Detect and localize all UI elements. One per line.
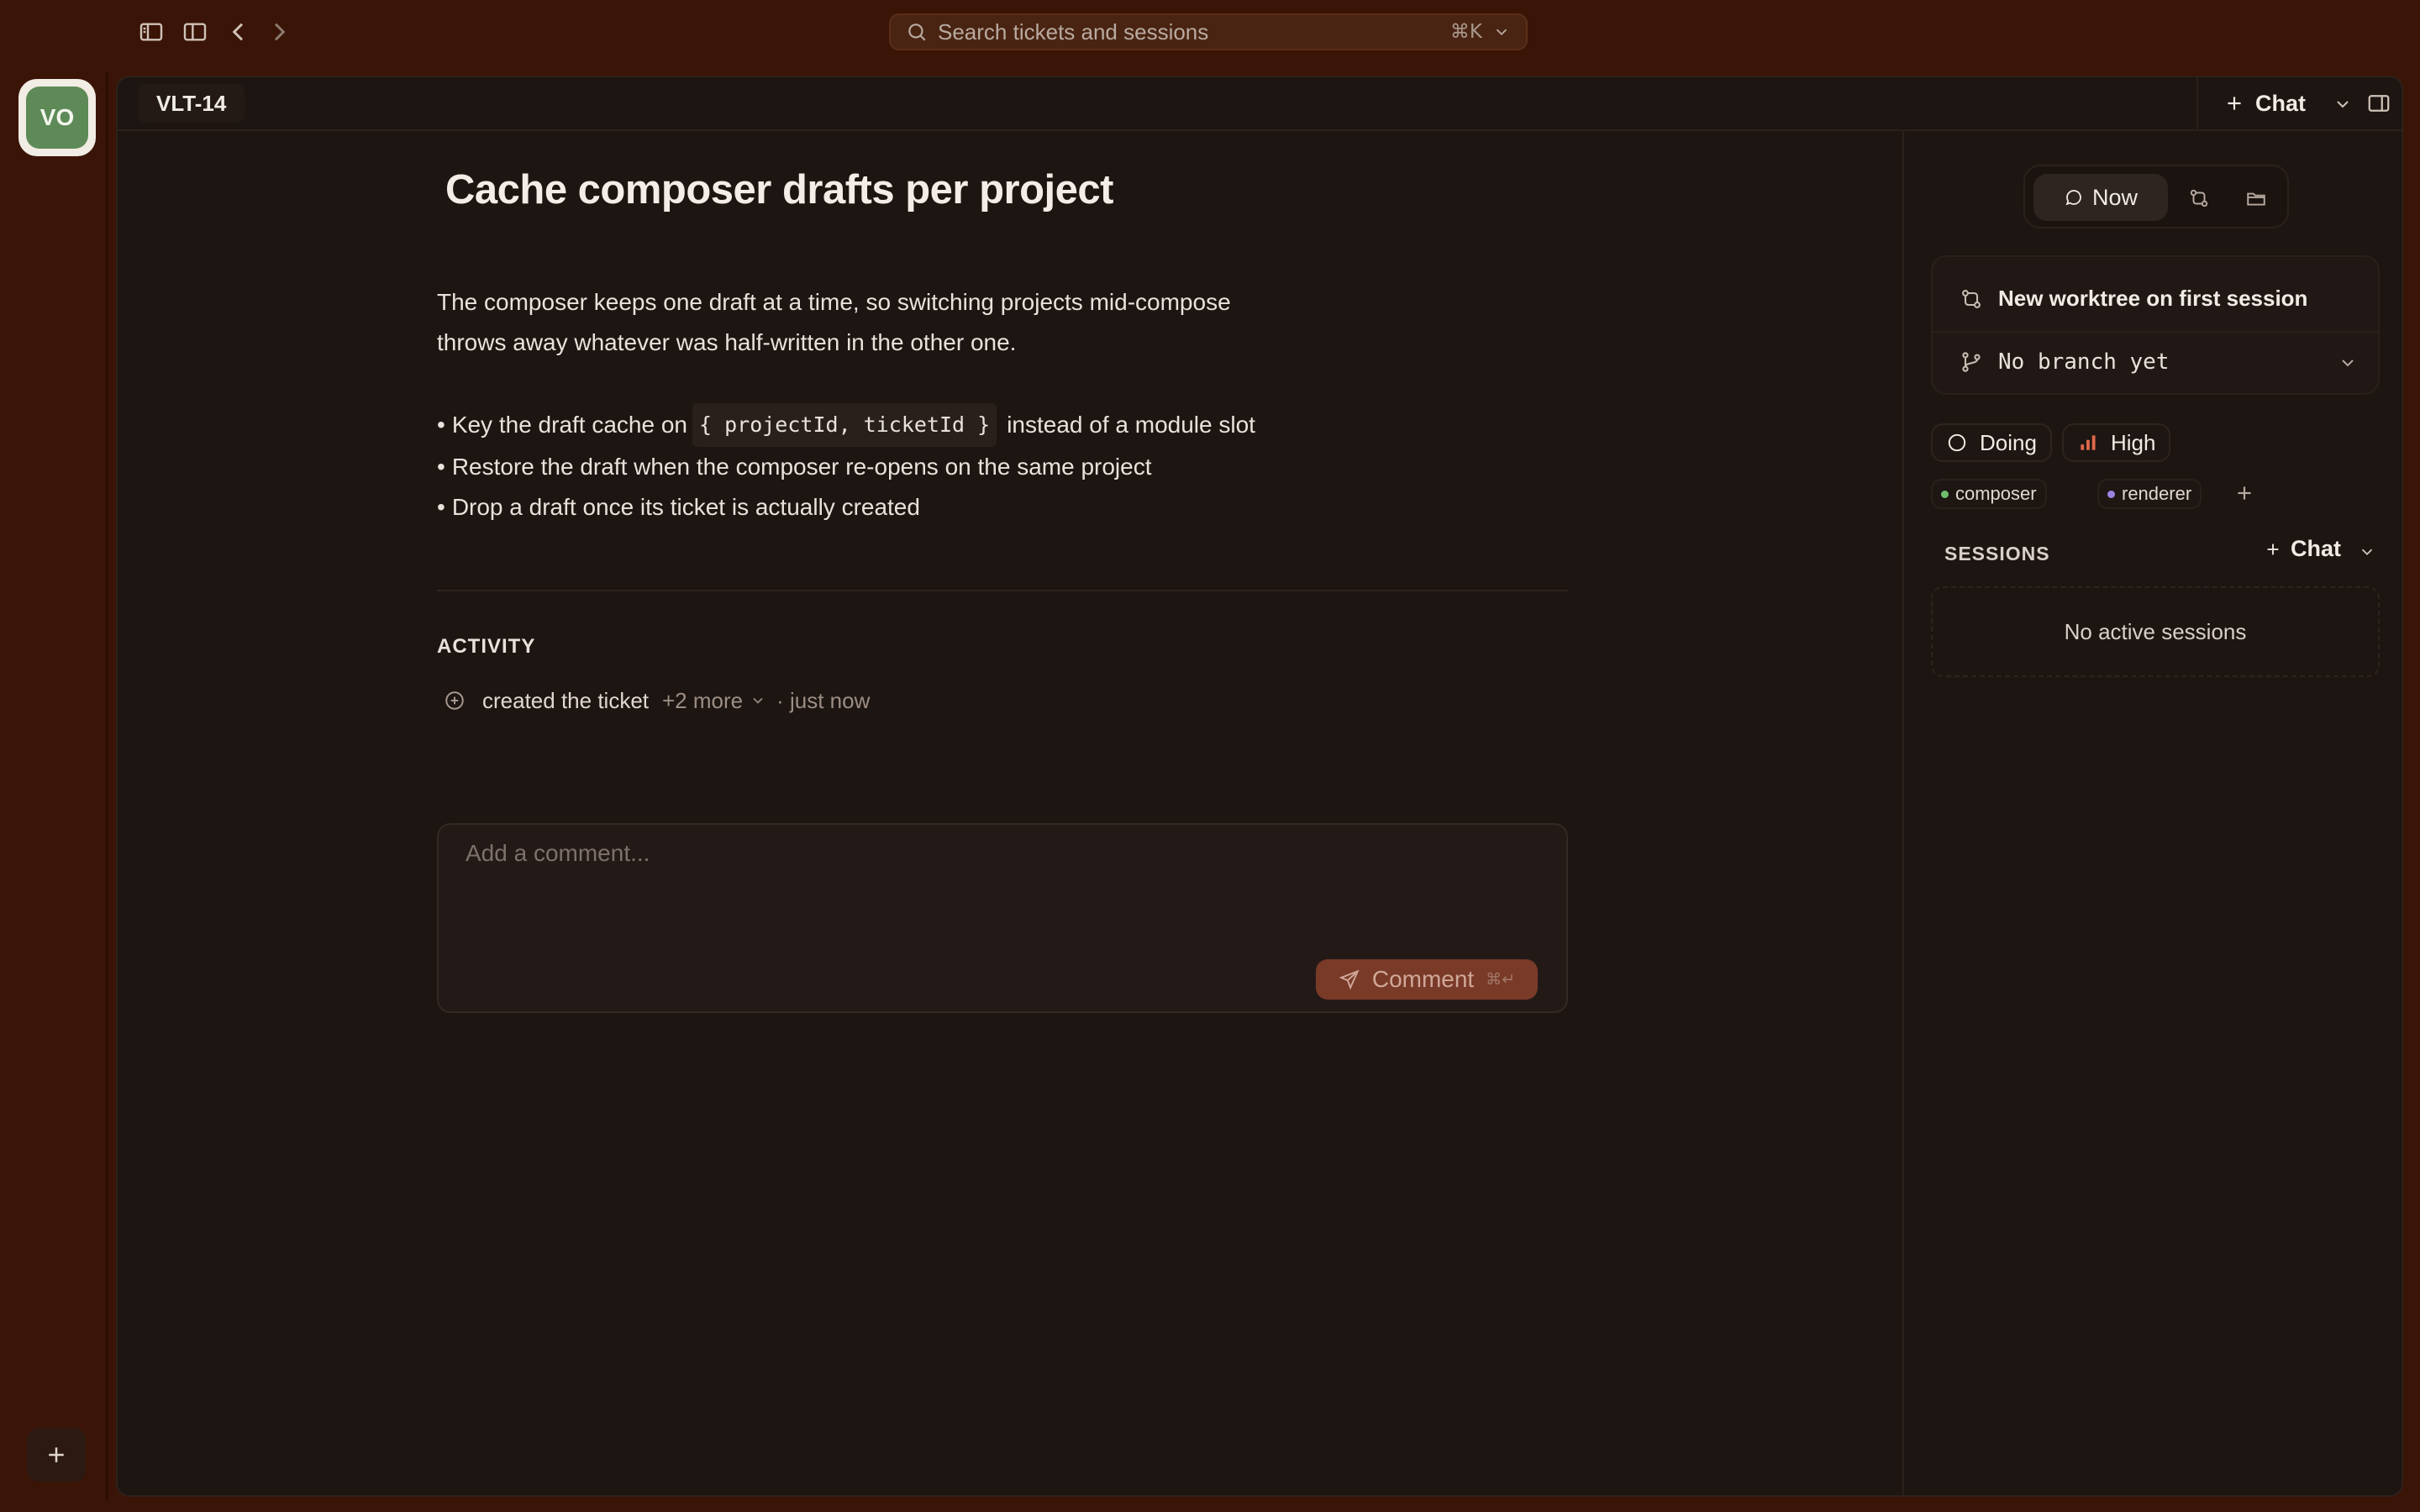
bullet-text: Key the draft cache on: [451, 412, 687, 438]
tab-label: VLT-14: [156, 90, 227, 116]
search-icon: [908, 24, 926, 41]
bullet-text: Restore the draft when the composer re-o…: [451, 454, 1152, 480]
search-placeholder: Search tickets and sessions: [938, 18, 1209, 45]
toggle-side-panel-icon[interactable]: [2366, 91, 2391, 116]
bullet-text: Drop a draft once its ticket is actually…: [451, 494, 920, 520]
sessions-chat-label: Chat: [2291, 536, 2341, 561]
bullet-item: • Drop a draft once its ticket is actual…: [437, 487, 1529, 528]
comment-field[interactable]: Add a comment... Comment ⌘↵: [437, 823, 1568, 1013]
tag-color-dot: [1941, 490, 1949, 498]
bullet-marker: •: [437, 454, 445, 480]
plus-icon: [2267, 543, 2279, 554]
tag-label: renderer: [2122, 483, 2192, 504]
sessions-heading: SESSIONS: [1944, 543, 2050, 564]
chevron-down-icon[interactable]: [2333, 94, 2353, 114]
search-input[interactable]: Search tickets and sessions ⌘K: [889, 13, 1528, 50]
section-divider: [437, 590, 1568, 591]
new-session-chat-button[interactable]: Chat: [2264, 536, 2341, 562]
comment-button[interactable]: Comment ⌘↵: [1316, 959, 1538, 1000]
tag-color-dot: [2107, 490, 2115, 498]
branch-label: No branch yet: [1998, 349, 2170, 375]
priority-select[interactable]: High: [2062, 423, 2171, 462]
workspace-rail: [0, 67, 109, 1512]
plus-icon: [49, 1447, 64, 1462]
git-compare-icon: [1962, 289, 1981, 308]
comment-placeholder: Add a comment...: [466, 840, 650, 866]
branch-select[interactable]: No branch yet: [1960, 349, 2170, 375]
segment-now-label: Now: [2091, 184, 2138, 210]
sessions-empty-text: No active sessions: [2064, 618, 2247, 644]
chevron-down-icon[interactable]: [1492, 23, 1511, 41]
plus-icon: [2228, 97, 2241, 110]
bullet-text: instead of a module slot: [1007, 412, 1255, 438]
card-divider: [1933, 331, 2378, 333]
main-panel: VLT-14 Chat Cache composer drafts per pr…: [116, 76, 2403, 1497]
ticket-description[interactable]: The composer keeps one draft at a time, …: [437, 282, 1361, 363]
panel-toggle-icon[interactable]: [182, 18, 208, 45]
workspace-avatar[interactable]: VO: [18, 79, 96, 156]
tab-ticket[interactable]: VLT-14: [138, 84, 245, 123]
inline-code: { projectId, ticketId }: [692, 403, 997, 447]
ticket-title[interactable]: Cache composer drafts per project: [445, 166, 1113, 213]
circle-status-icon: [1948, 433, 1966, 452]
rail-divider: [106, 72, 108, 1500]
new-chat-button[interactable]: Chat: [2223, 86, 2306, 121]
comment-shortcut: ⌘↵: [1486, 970, 1516, 989]
git-branch-icon: [1962, 352, 1981, 372]
bullet-item: • Key the draft cache on { projectId, ti…: [437, 403, 1529, 447]
tab-bar: VLT-14 Chat: [118, 77, 2402, 131]
back-icon[interactable]: [225, 18, 252, 45]
bullet-marker: •: [437, 494, 445, 520]
priority-label: High: [2111, 429, 2156, 455]
ticket-content: Cache composer drafts per project The co…: [118, 131, 1902, 1495]
priority-bars-icon: [2081, 435, 2096, 450]
status-label: Doing: [1980, 429, 2037, 455]
tag-renderer[interactable]: renderer: [2097, 479, 2202, 509]
tag-label: composer: [1955, 483, 2037, 504]
bullet-item: • Restore the draft when the composer re…: [437, 447, 1529, 487]
ticket-side-panel: Now New worktree on first session No bra…: [1902, 131, 2402, 1495]
activity-item: created the ticket +2 more · just now: [444, 682, 870, 719]
forward-icon[interactable]: [266, 18, 292, 45]
folder-icon[interactable]: [2245, 187, 2267, 209]
sessions-empty-state: No active sessions: [1931, 586, 2380, 677]
chat-label: Chat: [2255, 90, 2306, 116]
top-bar: Search tickets and sessions ⌘K: [0, 0, 2420, 67]
tab-divider: [2196, 77, 2198, 129]
activity-time: · just now: [776, 687, 871, 713]
description-line: The composer keeps one draft at a time, …: [437, 289, 1231, 315]
tag-composer[interactable]: composer: [1931, 479, 2047, 509]
search-shortcut: ⌘K: [1449, 21, 1482, 43]
activity-heading: ACTIVITY: [437, 635, 536, 658]
chevron-down-icon[interactable]: [2358, 543, 2376, 561]
chevron-down-icon[interactable]: [2338, 353, 2358, 373]
worktree-card: New worktree on first session No branch …: [1931, 255, 2380, 395]
avatar-initials: VO: [39, 104, 75, 130]
avatar: VO: [26, 87, 88, 149]
view-segmented-control: Now: [2023, 165, 2289, 228]
comment-button-label: Comment: [1371, 966, 1475, 992]
chat-bubble-icon: [2065, 190, 2081, 206]
sidebar-toggle-icon[interactable]: [138, 18, 165, 45]
git-compare-icon[interactable]: [2188, 187, 2210, 209]
ticket-bullet-list[interactable]: • Key the draft cache on { projectId, ti…: [437, 403, 1529, 528]
plus-circle-icon: [445, 691, 464, 710]
activity-text: created the ticket: [482, 687, 649, 713]
chevron-down-icon[interactable]: [750, 692, 766, 709]
segment-now[interactable]: Now: [2033, 174, 2168, 221]
bullet-marker: •: [437, 412, 445, 438]
activity-more-button[interactable]: +2 more: [662, 688, 743, 714]
worktree-label: New worktree on first session: [1998, 286, 2308, 311]
worktree-option[interactable]: New worktree on first session: [1960, 286, 2307, 312]
description-line: throws away whatever was half-written in…: [437, 329, 1017, 355]
add-tag-icon[interactable]: [2233, 482, 2255, 504]
status-select[interactable]: Doing: [1931, 423, 2052, 462]
add-workspace-button[interactable]: [27, 1428, 86, 1482]
send-icon: [1339, 969, 1360, 990]
